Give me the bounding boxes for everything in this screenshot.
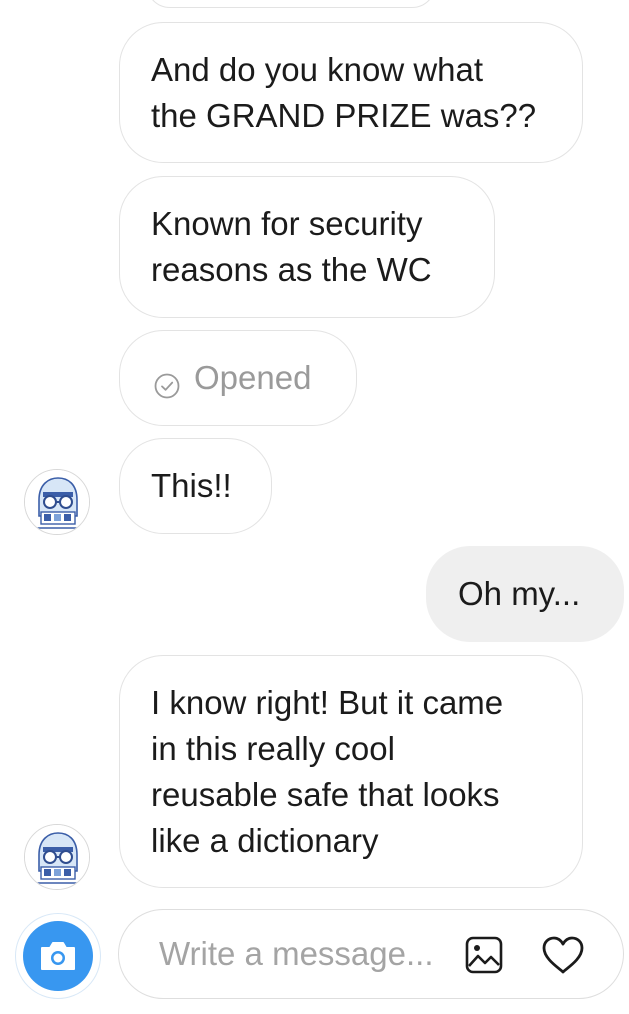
message-text-line: like a dictionary (151, 822, 379, 859)
check-circle-icon (154, 365, 180, 399)
incoming-message-bubble[interactable]: Known for security reasons as the WC (119, 176, 495, 318)
message-text-line: in this really cool (151, 730, 395, 767)
incoming-message-bubble[interactable]: And do you know what the GRAND PRIZE was… (119, 22, 583, 163)
message-text-line: Oh my... (458, 575, 581, 612)
incoming-message-bubble[interactable]: I know right! But it came in this really… (119, 655, 583, 888)
avatar-illustration-icon (25, 825, 89, 889)
avatar[interactable] (24, 824, 90, 890)
message-text-line: reusable safe that looks (151, 776, 500, 813)
like-button[interactable] (537, 930, 589, 980)
previous-message-bubble (146, 0, 436, 8)
avatar-illustration-icon (25, 470, 89, 534)
message-composer (118, 909, 624, 999)
incoming-message-bubble[interactable]: This!! (119, 438, 272, 534)
read-receipt-label: Opened (194, 359, 312, 396)
camera-button[interactable] (15, 913, 101, 999)
message-text-line: And do you know what (151, 51, 484, 88)
message-text-line: Known for security (151, 205, 423, 242)
camera-icon (41, 942, 75, 970)
camera-button-fill (23, 921, 93, 991)
outgoing-message-bubble[interactable]: Oh my... (426, 546, 624, 642)
heart-icon (542, 936, 584, 974)
image-icon (465, 936, 503, 974)
gallery-button[interactable] (459, 932, 509, 978)
message-input[interactable] (159, 932, 459, 976)
message-text-line: reasons as the WC (151, 251, 432, 288)
message-text-line: the GRAND PRIZE was?? (151, 97, 537, 134)
read-receipt-pill: Opened (119, 330, 357, 426)
avatar[interactable] (24, 469, 90, 535)
message-text-line: I know right! But it came (151, 684, 504, 721)
message-text-line: This!! (151, 467, 232, 504)
chat-screen: And do you know what the GRAND PRIZE was… (0, 0, 629, 1014)
